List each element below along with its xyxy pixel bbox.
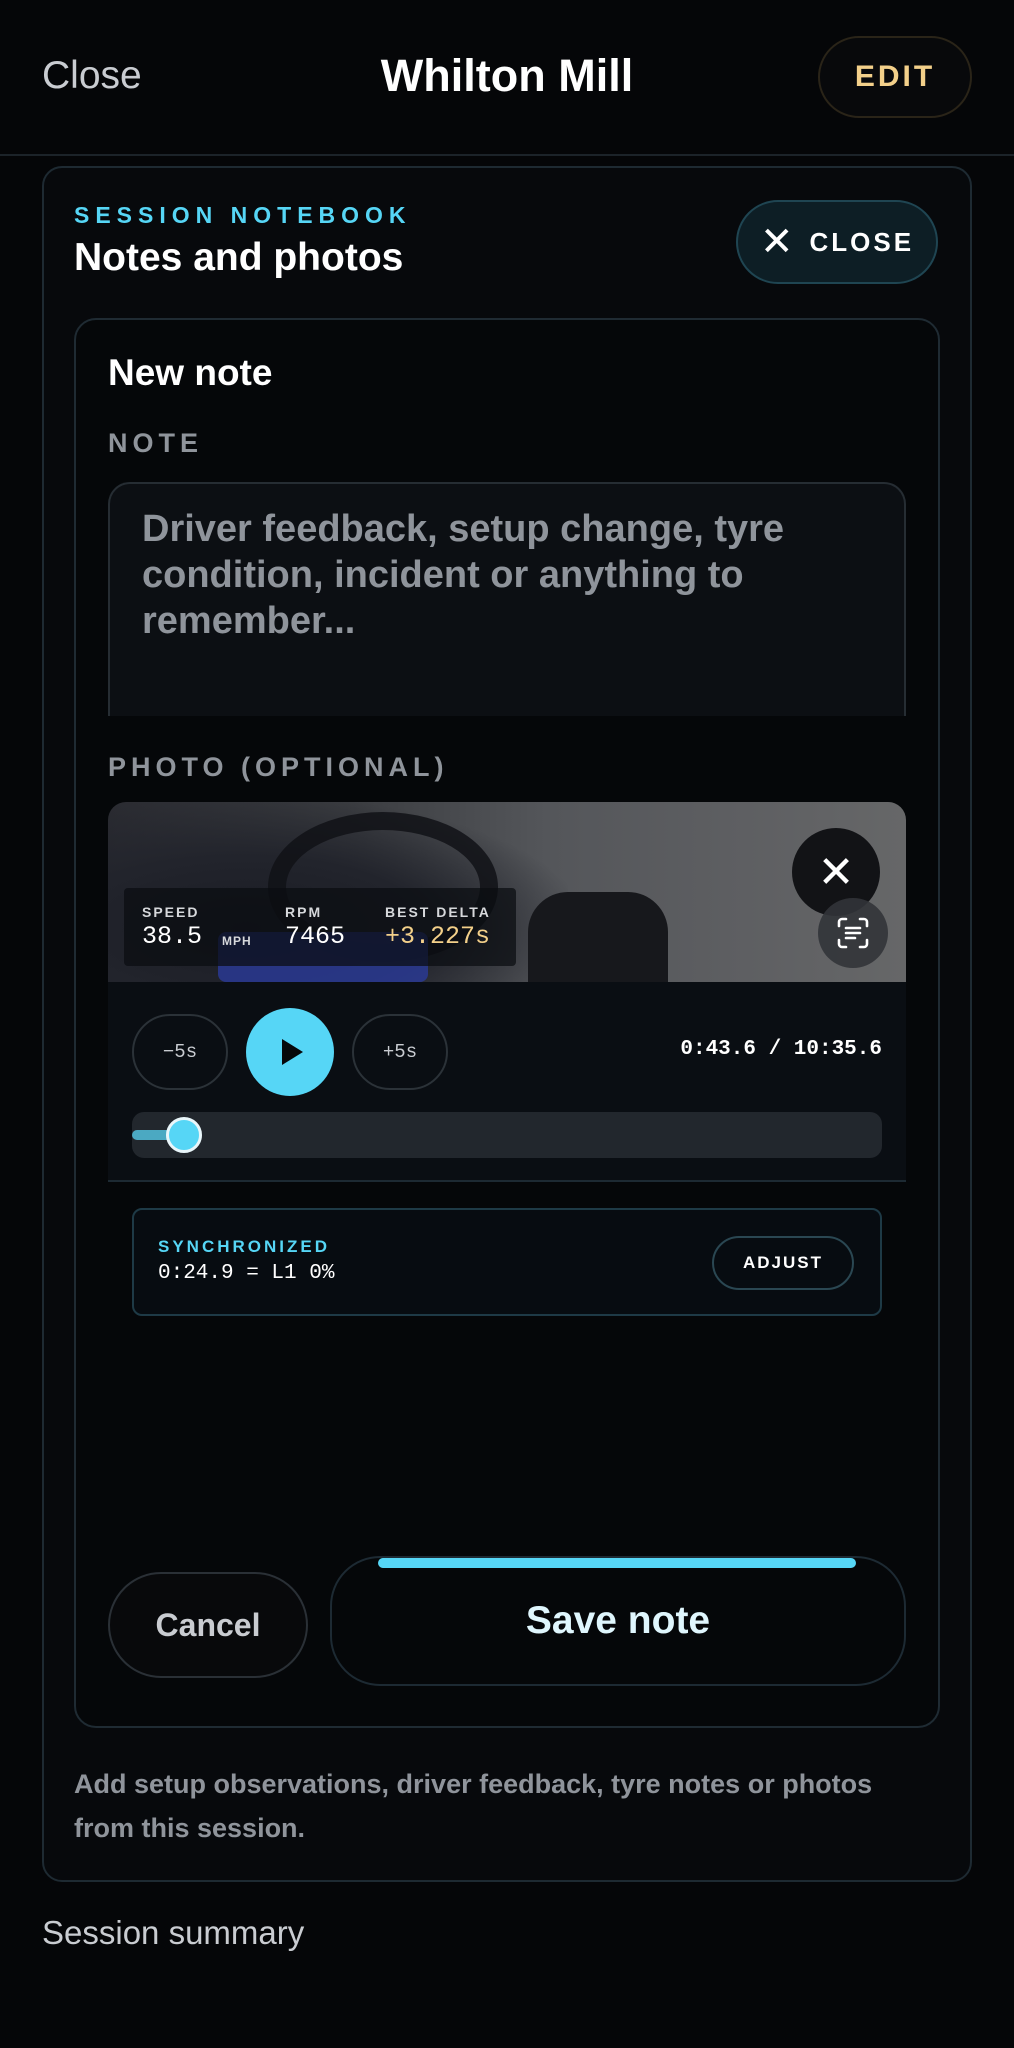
save-note-button[interactable]: Save note — [330, 1556, 906, 1686]
scrub-handle[interactable] — [165, 1117, 202, 1153]
panel-eyebrow: SESSION NOTEBOOK — [74, 202, 412, 228]
panel-title: Notes and photos — [74, 236, 404, 279]
close-icon: ✕ — [759, 220, 794, 264]
note-field-label: NOTE — [108, 428, 204, 458]
edit-button[interactable]: EDIT — [818, 36, 972, 118]
play-icon — [282, 1039, 303, 1065]
panel-close-label: CLOSE — [809, 226, 915, 257]
panel-close-button[interactable]: ✕ CLOSE — [736, 200, 938, 284]
note-textarea[interactable]: Driver feedback, setup change, tyre cond… — [108, 482, 906, 716]
save-accent-bar — [378, 1558, 856, 1568]
play-button[interactable] — [246, 1008, 334, 1096]
speed-label: SPEED — [142, 904, 200, 920]
cancel-button[interactable]: Cancel — [108, 1572, 308, 1678]
speed-value: 38.5 — [142, 922, 203, 951]
scrub-track[interactable] — [132, 1112, 882, 1158]
adjust-button[interactable]: ADJUST — [712, 1236, 854, 1290]
best-delta-label: BEST DELTA — [385, 904, 491, 920]
close-icon: ✕ — [817, 847, 855, 897]
rpm-label: RPM — [285, 904, 323, 920]
sync-value: 0:24.9 = L1 0% — [158, 1262, 335, 1285]
skip-forward-button[interactable]: +5s — [352, 1014, 448, 1090]
helper-text: Add setup observations, driver feedback,… — [74, 1769, 873, 1843]
tyre-image — [528, 892, 668, 982]
rpm-value: 7465 — [285, 922, 346, 951]
scan-text-icon — [837, 917, 869, 949]
session-summary-link[interactable]: Session summary — [42, 1914, 304, 1952]
best-delta-value: +3.227s — [385, 922, 491, 951]
skip-back-button[interactable]: −5s — [132, 1014, 228, 1090]
photo-field-label: PHOTO (OPTIONAL) — [108, 752, 449, 782]
sync-status: SYNCHRONIZED — [158, 1237, 331, 1256]
scan-text-button[interactable] — [818, 898, 888, 968]
card-title: New note — [108, 352, 273, 393]
timecode: 0:43.6 / 10:35.6 — [680, 1038, 882, 1061]
speed-unit: MPH — [222, 934, 252, 948]
